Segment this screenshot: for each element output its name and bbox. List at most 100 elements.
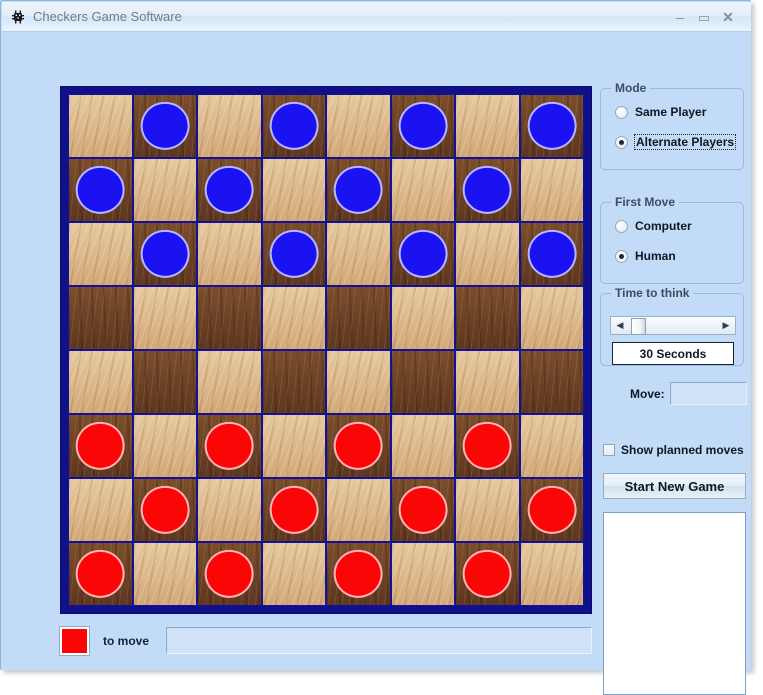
- board-square[interactable]: [68, 158, 133, 222]
- board-square[interactable]: [68, 286, 133, 350]
- red-piece[interactable]: [462, 549, 512, 599]
- board-square[interactable]: [68, 542, 133, 606]
- blue-piece[interactable]: [527, 229, 577, 279]
- radio-computer-indicator[interactable]: [615, 219, 628, 233]
- board-square[interactable]: [261, 414, 326, 478]
- board-square[interactable]: [197, 158, 262, 222]
- red-piece[interactable]: [398, 485, 448, 535]
- board-square[interactable]: [68, 222, 133, 286]
- board-square[interactable]: [519, 478, 584, 542]
- board-square[interactable]: [455, 542, 520, 606]
- board-square[interactable]: [390, 286, 455, 350]
- blue-piece[interactable]: [269, 101, 319, 151]
- board-square[interactable]: [519, 158, 584, 222]
- board-square[interactable]: [519, 350, 584, 414]
- blue-piece[interactable]: [527, 101, 577, 151]
- radio-alternate-players[interactable]: Alternate Players: [615, 133, 737, 151]
- board-square[interactable]: [132, 350, 197, 414]
- board-square[interactable]: [390, 158, 455, 222]
- blue-piece[interactable]: [398, 229, 448, 279]
- blue-piece[interactable]: [140, 229, 190, 279]
- scroll-right-arrow-icon[interactable]: ▶: [718, 317, 734, 334]
- start-new-game-button[interactable]: Start New Game: [603, 473, 746, 499]
- board-square[interactable]: [390, 350, 455, 414]
- board-square[interactable]: [326, 94, 391, 158]
- red-piece[interactable]: [204, 549, 254, 599]
- radio-human-indicator[interactable]: [615, 249, 628, 263]
- red-piece[interactable]: [269, 485, 319, 535]
- show-planned-moves-row[interactable]: Show planned moves: [603, 443, 744, 457]
- board-square[interactable]: [326, 158, 391, 222]
- board-square[interactable]: [68, 478, 133, 542]
- red-piece[interactable]: [75, 549, 125, 599]
- board-square[interactable]: [455, 350, 520, 414]
- board-square[interactable]: [197, 414, 262, 478]
- board-square[interactable]: [455, 414, 520, 478]
- board-square[interactable]: [197, 350, 262, 414]
- board-square[interactable]: [326, 286, 391, 350]
- board-square[interactable]: [197, 542, 262, 606]
- board-square[interactable]: [132, 542, 197, 606]
- board-square[interactable]: [519, 542, 584, 606]
- board-square[interactable]: [326, 542, 391, 606]
- board-square[interactable]: [261, 542, 326, 606]
- time-to-think-scrollbar[interactable]: ◀ ▶: [610, 316, 736, 335]
- board-square[interactable]: [455, 286, 520, 350]
- board-square[interactable]: [519, 94, 584, 158]
- board-square[interactable]: [197, 478, 262, 542]
- board-square[interactable]: [519, 414, 584, 478]
- board-square[interactable]: [455, 158, 520, 222]
- board-square[interactable]: [390, 478, 455, 542]
- board-square[interactable]: [68, 94, 133, 158]
- red-piece[interactable]: [333, 549, 383, 599]
- board-square[interactable]: [326, 478, 391, 542]
- show-planned-moves-checkbox[interactable]: [603, 444, 615, 456]
- blue-piece[interactable]: [204, 165, 254, 215]
- board-square[interactable]: [261, 222, 326, 286]
- blue-piece[interactable]: [398, 101, 448, 151]
- scroll-left-arrow-icon[interactable]: ◀: [612, 317, 628, 334]
- radio-human[interactable]: Human: [615, 247, 676, 265]
- board-square[interactable]: [197, 286, 262, 350]
- red-piece[interactable]: [75, 421, 125, 471]
- board-square[interactable]: [390, 414, 455, 478]
- board-square[interactable]: [326, 222, 391, 286]
- board-square[interactable]: [326, 414, 391, 478]
- board-square[interactable]: [455, 94, 520, 158]
- board-square[interactable]: [132, 414, 197, 478]
- red-piece[interactable]: [333, 421, 383, 471]
- red-piece[interactable]: [527, 485, 577, 535]
- board-square[interactable]: [519, 286, 584, 350]
- board-square[interactable]: [261, 158, 326, 222]
- blue-piece[interactable]: [75, 165, 125, 215]
- red-piece[interactable]: [462, 421, 512, 471]
- radio-same-player[interactable]: Same Player: [615, 103, 706, 121]
- board-square[interactable]: [132, 158, 197, 222]
- red-piece[interactable]: [204, 421, 254, 471]
- board-square[interactable]: [390, 222, 455, 286]
- board-square[interactable]: [326, 350, 391, 414]
- board-square[interactable]: [261, 478, 326, 542]
- blue-piece[interactable]: [333, 165, 383, 215]
- blue-piece[interactable]: [269, 229, 319, 279]
- board-square[interactable]: [197, 222, 262, 286]
- radio-computer[interactable]: Computer: [615, 217, 692, 235]
- board-square[interactable]: [132, 286, 197, 350]
- board-square[interactable]: [261, 350, 326, 414]
- board-square[interactable]: [390, 542, 455, 606]
- board-square[interactable]: [197, 94, 262, 158]
- board-square[interactable]: [455, 222, 520, 286]
- board-square[interactable]: [132, 478, 197, 542]
- red-piece[interactable]: [140, 485, 190, 535]
- radio-alternate-players-indicator[interactable]: [615, 135, 628, 149]
- board-square[interactable]: [390, 94, 455, 158]
- checkers-board[interactable]: [68, 94, 584, 606]
- board-square[interactable]: [261, 286, 326, 350]
- radio-same-player-indicator[interactable]: [615, 105, 628, 119]
- close-button[interactable]: ✕: [720, 10, 736, 25]
- move-input[interactable]: [670, 382, 747, 405]
- board-square[interactable]: [261, 94, 326, 158]
- board-square[interactable]: [132, 222, 197, 286]
- move-log-list[interactable]: [603, 512, 746, 695]
- maximize-button[interactable]: ▭: [696, 11, 712, 25]
